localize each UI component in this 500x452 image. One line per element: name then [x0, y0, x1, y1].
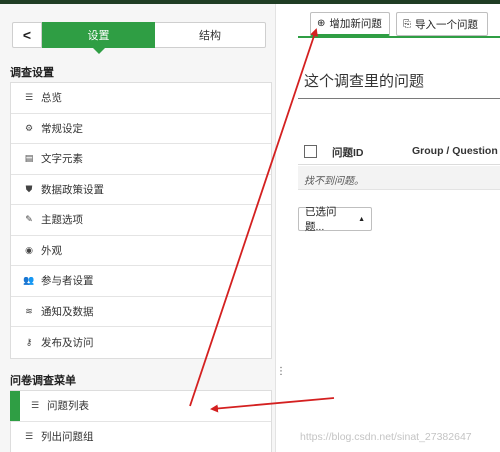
caret-up-icon: ▲	[358, 215, 365, 223]
watermark: https://blog.csdn.net/sinat_27382647	[300, 431, 472, 443]
toolbar-underline	[298, 36, 500, 38]
table-header: 问题ID Group / Question o	[298, 137, 500, 165]
column-header-question-id[interactable]: 问题ID	[332, 145, 364, 160]
tab-settings[interactable]: 设置	[42, 22, 155, 54]
sidebar-item-label: 列出问题组	[41, 431, 94, 444]
paint-brush-icon: ✎	[25, 214, 33, 225]
sidebar-item-publish-access[interactable]: ⚷ 发布及访问	[11, 327, 271, 358]
users-icon: 👥	[23, 275, 35, 286]
sidebar-item-theme-options[interactable]: ✎ 主题选项	[11, 205, 271, 236]
plus-circle-icon: ⊕	[317, 18, 326, 29]
sidebar-item-data-policy[interactable]: ⛊ 数据政策设置	[11, 174, 271, 205]
gears-icon: ⚙	[24, 122, 34, 133]
survey-menu: ☰ 问题列表 ☰ 列出问题组	[10, 390, 272, 452]
page-title: 这个调查里的问题	[304, 73, 425, 90]
column-header-group-question-order[interactable]: Group / Question o	[412, 145, 500, 157]
sidebar-item-question-groups[interactable]: ☰ 列出问题组	[11, 421, 271, 452]
add-question-label: 增加新问题	[329, 18, 382, 30]
table-empty-message: 找不到问题。	[298, 166, 500, 190]
title-divider	[298, 98, 500, 99]
sidebar: < 设置 结构 调查设置 ☰ 总览 ⚙ 常规设定 ▤ 文字元素 ⛊ 数据政策设置…	[0, 4, 276, 452]
eye-icon: ◉	[25, 244, 33, 255]
chevron-left-icon[interactable]: <	[12, 22, 42, 48]
import-question-label: 导入一个问题	[415, 18, 478, 31]
selected-questions-button[interactable]: 已选问题... ▲	[298, 206, 372, 233]
sidebar-item-appearance[interactable]: ◉ 外观	[11, 235, 271, 266]
settings-menu: ☰ 总览 ⚙ 常规设定 ▤ 文字元素 ⛊ 数据政策设置 ✎ 主题选项 ◉ 外观 …	[10, 82, 272, 359]
shield-icon: ⛊	[25, 183, 33, 194]
sidebar-item-overview[interactable]: ☰ 总览	[11, 83, 271, 114]
survey-menu-heading: 问卷调查菜单	[10, 375, 76, 387]
add-question-button[interactable]: ⊕ 增加新问题	[310, 12, 390, 36]
sidebar-item-label: 数据政策设置	[41, 183, 104, 196]
tab-structure[interactable]: 结构	[155, 22, 266, 48]
sidebar-item-text-elements[interactable]: ▤ 文字元素	[11, 144, 271, 175]
survey-settings-heading: 调查设置	[10, 67, 54, 79]
sidebar-item-participant-settings[interactable]: 👥 参与者设置	[11, 266, 271, 297]
splitter-handle-icon[interactable]: ⋮	[276, 366, 286, 377]
sidebar-item-label: 常规设定	[41, 122, 83, 135]
import-icon: ⎘	[403, 18, 411, 30]
sidebar-item-general-settings[interactable]: ⚙ 常规设定	[11, 113, 271, 144]
list-icon: ☰	[24, 92, 34, 103]
sidebar-item-label: 总览	[41, 92, 62, 105]
sidebar-item-label: 问题列表	[47, 400, 89, 413]
sidebar-item-label: 外观	[41, 244, 62, 257]
list-icon: ☰	[30, 400, 40, 411]
file-text-icon: ▤	[24, 153, 34, 164]
sidebar-item-notifications-data[interactable]: ≋ 通知及数据	[11, 296, 271, 327]
sidebar-item-label: 通知及数据	[41, 305, 94, 318]
sidebar-item-label: 参与者设置	[41, 275, 94, 288]
sidebar-item-label: 主题选项	[41, 214, 83, 227]
selected-questions-label: 已选问题...	[305, 206, 337, 233]
list-icon: ☰	[24, 431, 34, 442]
rss-icon: ≋	[25, 305, 33, 316]
sidebar-item-label: 文字元素	[41, 153, 83, 166]
key-icon: ⚷	[25, 336, 33, 347]
sidebar-item-question-list[interactable]: ☰ 问题列表	[10, 391, 271, 422]
select-all-checkbox[interactable]	[304, 145, 317, 158]
sidebar-item-label: 发布及访问	[41, 336, 94, 349]
import-question-button[interactable]: ⎘ 导入一个问题	[396, 12, 488, 36]
